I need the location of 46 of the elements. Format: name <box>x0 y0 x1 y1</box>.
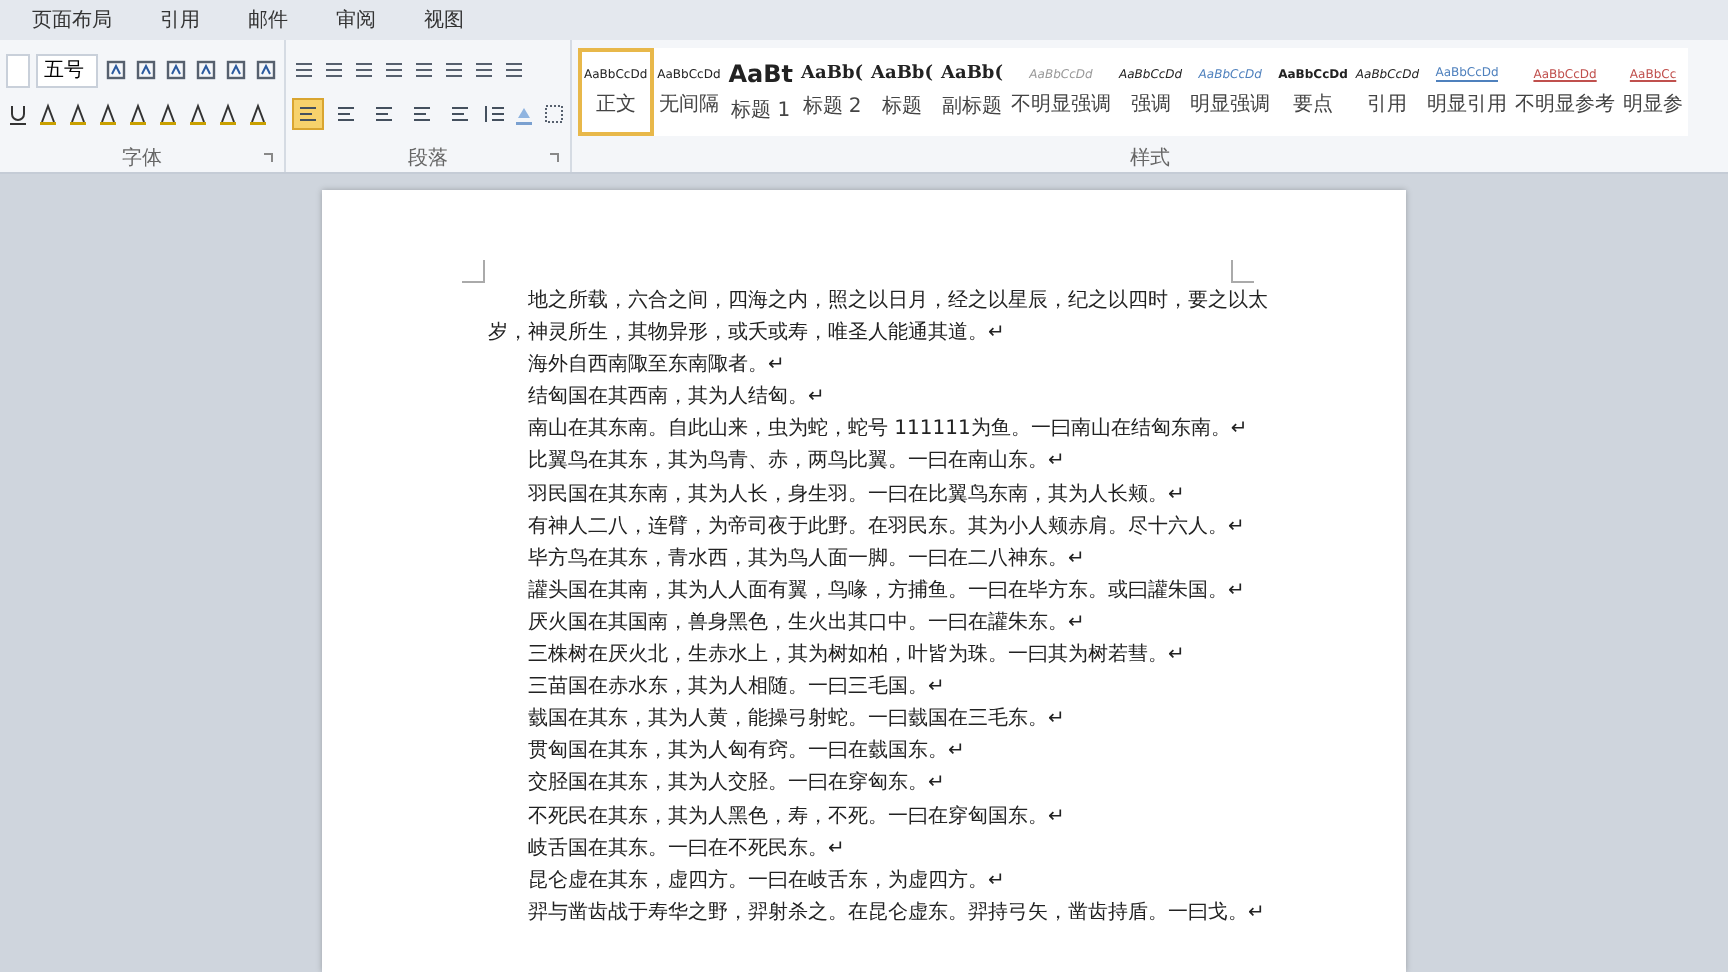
document-paragraph: 讙头国在其南，其为人人面有翼，鸟喙，方捕鱼。一曰在毕方东。或曰讙朱国。↵ <box>526 577 1247 606</box>
style-gallery-item[interactable]: AaBb( 标题 2 <box>797 48 868 136</box>
ribbon-tab[interactable]: 页面布局 <box>12 2 132 38</box>
group-label: 样式 <box>1130 145 1170 172</box>
document-paragraph: 羽民国在其东南，其为人长，身生羽。一曰在比翼鸟东南，其为人长颊。↵ <box>526 481 1187 510</box>
ribbon-tab[interactable]: 审阅 <box>316 2 396 38</box>
group-label: 段落 <box>408 145 448 172</box>
align-icon <box>448 102 472 126</box>
document-paragraph: 厌火国在其国南，兽身黑色，生火出其口中。一曰在讙朱东。↵ <box>526 609 1087 638</box>
document-paragraph: 不死民在其东，其为人黑色，寿，不死。一曰在穿匈国东。↵ <box>526 803 1067 831</box>
align-icon <box>334 102 358 126</box>
font-size-field[interactable]: 五号 <box>36 53 98 87</box>
document-paragraph: 昆仑虚在其东，虚四方。一曰在岐舌东，为虚四方。↵ <box>526 867 1007 896</box>
ribbon-tab[interactable]: 邮件 <box>228 2 308 38</box>
document-paragraph: 有神人二八，连臂，为帝司夜于此野。在羽民东。其为小人颊赤肩。尽十六人。↵ <box>526 513 1247 542</box>
group-label: 字体 <box>122 145 162 172</box>
align-icon <box>296 102 320 126</box>
ribbon-tab[interactable]: 引用 <box>140 2 220 38</box>
document-paragraph: 交胫国在其东，其为人交胫。一曰在穿匈东。↵ <box>526 769 947 799</box>
style-gallery-item[interactable]: AaBb( 标题 <box>867 48 937 136</box>
align-icon <box>372 102 396 126</box>
document-paragraph: 结匈国在其西南，其为人结匈。↵ <box>526 383 827 413</box>
underline-icon[interactable] <box>6 102 30 126</box>
margin-corner-mark <box>462 260 486 284</box>
border-icon[interactable] <box>542 102 566 126</box>
document-paragraph: 贯匈国在其东，其为人匈有窍。一曰在臷国东。↵ <box>526 737 967 767</box>
align-icon <box>410 102 434 126</box>
font-name-field[interactable] <box>6 53 31 87</box>
line-spacing-icon[interactable] <box>482 102 506 126</box>
document-paragraph: 三株树在厌火北，生赤水上，其为树如柏，叶皆为珠。一曰其为树若彗。↵ <box>526 641 1187 671</box>
style-gallery-item[interactable]: AaBb( 副标题 <box>937 48 1007 136</box>
document-paragraph: 地之所载，六合之间，四海之内，照之以日月，经之以星辰，纪之以四时，要之以太岁，神灵所生，其物异形，或夭或寿，唯圣人能通其道。↵ <box>488 287 1270 349</box>
document-paragraph: 毕方鸟在其东，青水西，其为鸟人面一脚。一曰在二八神东。↵ <box>526 545 1087 574</box>
document-paragraph: 羿与凿齿战于寿华之野，羿射杀之。在昆仑虚东。羿持弓矢，凿齿持盾。一曰戈。↵ <box>526 899 1267 928</box>
align-button[interactable] <box>292 98 324 130</box>
dialog-launcher-icon[interactable] <box>262 152 274 164</box>
style-gallery-item[interactable]: AaBt 标题 1 <box>724 48 798 136</box>
document-paragraph: 比翼鸟在其东，其为鸟青、赤，两鸟比翼。一曰在南山东。↵ <box>526 447 1067 477</box>
margin-corner-mark <box>1230 260 1254 284</box>
document-paragraph: 岐舌国在其东。一曰在不死民东。↵ <box>526 835 847 864</box>
document-paragraph: 海外自西南陬至东南陬者。↵ <box>526 351 787 381</box>
dialog-launcher-icon[interactable] <box>548 152 560 164</box>
document-paragraph: 南山在其东南。自此山来，虫为蛇，蛇号 111111为鱼。一曰南山在结匈东南。↵ <box>526 415 1250 445</box>
document-paragraph: 三苗国在赤水东，其为人相随。一曰三毛国。↵ <box>526 673 947 703</box>
document-paragraph: 臷国在其东，其为人黄，能操弓射蛇。一曰臷国在三毛东。↵ <box>526 705 1067 735</box>
ribbon-tab[interactable]: 视图 <box>404 2 484 38</box>
